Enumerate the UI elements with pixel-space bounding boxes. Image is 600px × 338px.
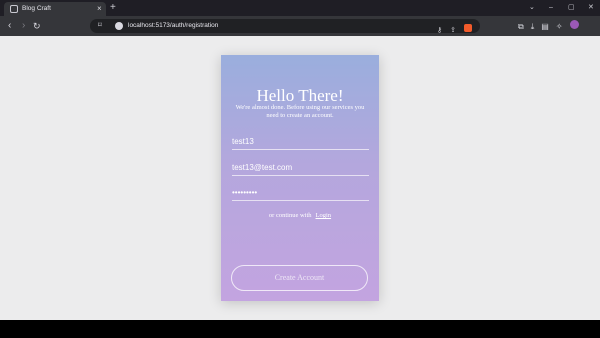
address-bar-icons: ⚷ ⇪ — [429, 19, 472, 34]
close-window-icon[interactable]: ✕ — [588, 0, 594, 16]
extension-toolbar: ⧉⤓▤✧⋮ — [518, 16, 600, 52]
address-bar[interactable]: ⌑ localhost:5173/auth/registration ⚷ ⇪ — [90, 19, 480, 34]
favicon-icon — [10, 5, 18, 13]
maximize-icon[interactable]: ▢ — [568, 0, 575, 16]
username-field — [232, 133, 369, 150]
login-prompt-text: or continue with — [268, 212, 312, 219]
browser-window: Blog Craft × + ⌄ – ▢ ✕ ‹ › ↻ ⌑ localhost… — [0, 0, 600, 338]
password-field — [232, 184, 369, 201]
login-link[interactable]: Login — [316, 212, 332, 219]
email-input[interactable] — [232, 159, 369, 175]
tab-blog-craft[interactable]: Blog Craft × — [4, 2, 106, 16]
window-controls: ⌄ – ▢ ✕ — [500, 0, 600, 16]
tab-title: Blog Craft — [22, 5, 51, 12]
browser-toolbar: ‹ › ↻ ⌑ localhost:5173/auth/registration… — [0, 16, 600, 52]
site-info-icon[interactable] — [115, 22, 123, 30]
new-tab-icon[interactable]: + — [110, 1, 116, 15]
close-tab-icon[interactable]: × — [97, 3, 102, 15]
page-viewport: Hello There! We're almost done. Before u… — [0, 36, 600, 320]
reload-icon[interactable]: ↻ — [33, 16, 41, 36]
back-arrow-icon[interactable]: ‹ — [8, 16, 11, 36]
create-account-button[interactable]: Create Account — [231, 265, 368, 291]
registration-card: Hello There! We're almost done. Before u… — [221, 55, 379, 301]
login-prompt-row: or continue with Login — [221, 212, 379, 220]
email-field — [232, 159, 369, 176]
brave-shield-icon[interactable] — [464, 23, 472, 32]
password-input[interactable] — [232, 184, 369, 200]
extensions-icon[interactable]: ⧉ — [518, 22, 524, 31]
bookmark-icon[interactable]: ⌑ — [98, 19, 102, 33]
sidebar-icon[interactable]: ▤ — [541, 22, 549, 31]
ai-assistant-icon[interactable]: ✧ — [556, 22, 563, 31]
page-title: Hello There! — [256, 86, 344, 105]
url-text[interactable]: localhost:5173/auth/registration — [128, 19, 218, 33]
minimize-icon[interactable]: – — [549, 0, 553, 16]
tab-bar: Blog Craft × + ⌄ – ▢ ✕ — [0, 0, 600, 16]
forward-arrow-icon[interactable]: › — [22, 16, 25, 36]
chevron-down-icon[interactable]: ⌄ — [529, 0, 535, 16]
key-icon[interactable]: ⚷ — [437, 27, 442, 34]
page-subtitle: We're almost done. Before using our serv… — [235, 104, 365, 119]
username-input[interactable] — [232, 133, 369, 149]
taskbar — [0, 320, 600, 338]
share-icon[interactable]: ⇪ — [450, 27, 456, 34]
profile-avatar-icon[interactable] — [569, 20, 579, 30]
download-icon[interactable]: ⤓ — [531, 22, 535, 31]
